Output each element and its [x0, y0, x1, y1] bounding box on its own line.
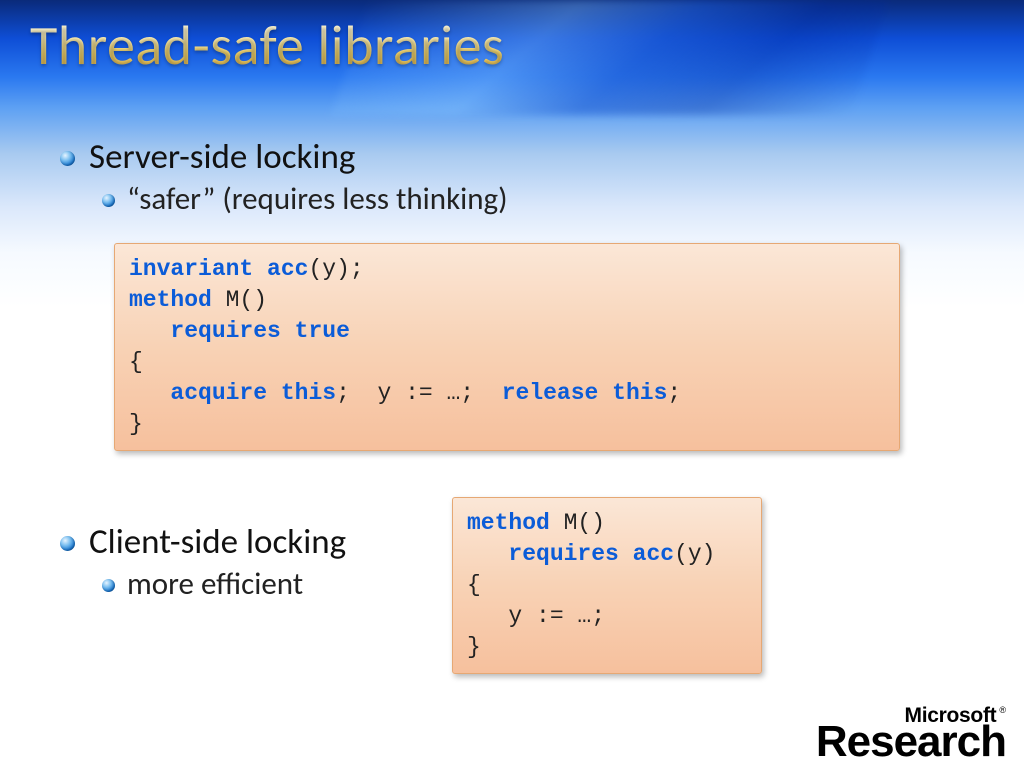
section-client-side: Client-side locking more efficient — [60, 515, 346, 607]
subbullet-safer: “safer” (requires less thinking) — [102, 180, 974, 218]
sphere-bullet-icon — [102, 194, 115, 207]
code-text: ; y := …; — [336, 380, 502, 406]
bullet-server-side-locking: Server-side locking — [60, 136, 974, 178]
kw-method: method — [467, 510, 550, 536]
text-more-efficient: more efficient — [127, 565, 303, 603]
code-text: M() — [212, 287, 267, 313]
subbullet-more-efficient: more efficient — [102, 565, 346, 603]
sphere-bullet-icon — [60, 536, 75, 551]
kw-method: method — [129, 287, 212, 313]
kw-acquire: acquire — [170, 380, 267, 406]
slide-title: Thread-safe libraries — [30, 12, 504, 80]
slide-body: Server-side locking “safer” (requires le… — [60, 130, 974, 222]
code-text: y := …; — [467, 603, 605, 629]
kw-requires: requires — [508, 541, 618, 567]
kw-invariant: invariant — [129, 256, 253, 282]
code-text: ; — [667, 380, 681, 406]
microsoft-research-logo: Microsoft ® Research — [816, 707, 1006, 760]
bullet-client-side-locking: Client-side locking — [60, 521, 346, 563]
code-block-client-side: method M() requires acc(y) { y := …; } — [452, 497, 762, 674]
kw-acc: acc — [267, 256, 308, 282]
code-text: } — [129, 411, 143, 437]
kw-this: this — [612, 380, 667, 406]
text-safer: “safer” (requires less thinking) — [127, 180, 508, 218]
slide: Thread-safe libraries Server-side lockin… — [0, 0, 1024, 768]
kw-this: this — [281, 380, 336, 406]
code-text: (y) — [674, 541, 715, 567]
sphere-bullet-icon — [102, 579, 115, 592]
kw-true: true — [295, 318, 350, 344]
code-text: } — [467, 634, 481, 660]
code-text: { — [129, 349, 143, 375]
logo-unit: Research — [816, 724, 1006, 760]
code-block-server-side: invariant acc(y); method M() requires tr… — [114, 243, 900, 451]
kw-requires: requires — [170, 318, 280, 344]
code-text: (y); — [308, 256, 363, 282]
code-text: { — [467, 572, 481, 598]
code-text: M() — [550, 510, 605, 536]
text-server-side-locking: Server-side locking — [89, 136, 355, 178]
logo-registered-icon: ® — [999, 707, 1006, 714]
text-client-side-locking: Client-side locking — [89, 521, 346, 563]
sphere-bullet-icon — [60, 151, 75, 166]
kw-acc: acc — [633, 541, 674, 567]
kw-release: release — [502, 380, 599, 406]
